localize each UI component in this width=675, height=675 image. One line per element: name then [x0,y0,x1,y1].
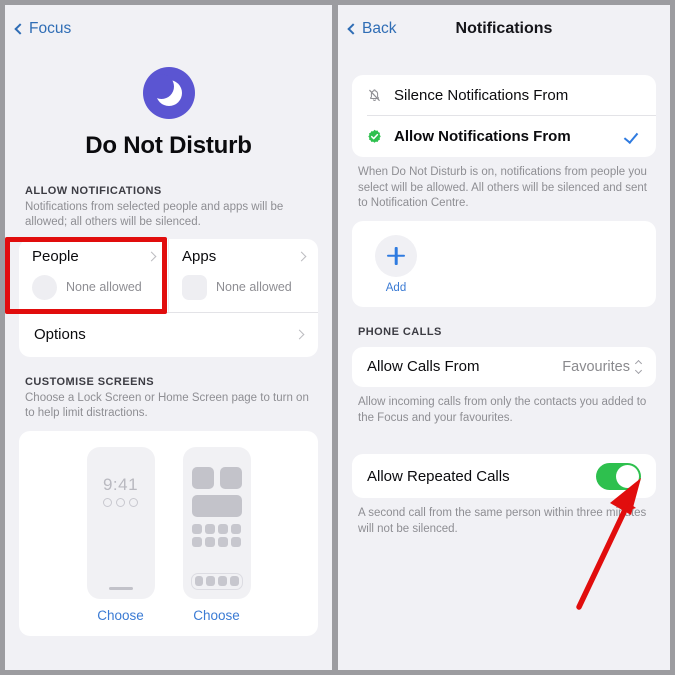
chevron-left-icon [14,22,26,35]
apps-cell[interactable]: Apps None allowed [168,238,318,312]
mode-footer-text: When Do Not Disturb is on, notifications… [358,166,647,210]
chevron-right-icon [294,329,305,340]
dnd-hero: Do Not Disturb [5,53,332,160]
people-status-label: None allowed [66,280,142,295]
home-screen-widgets-icon [183,466,251,489]
home-screen-preview[interactable] [182,446,251,599]
allow-calls-from-card: Allow Calls From Favourites [352,346,656,387]
screenshot-frame: Focus Do Not Disturb ALLOW NOTIFICATIONS… [0,0,675,675]
people-cell-body: None allowed [32,274,155,300]
lock-screen-time: 9:41 [102,474,139,494]
allow-notifications-subtitle: Notifications from selected people and a… [25,201,284,229]
allow-notifications-label: Allow Notifications From [394,128,571,145]
back-button-label: Focus [29,20,72,37]
home-screen-choose-button[interactable]: Choose [183,608,251,623]
chevron-left-icon [347,22,359,35]
allow-repeated-calls-toggle[interactable] [596,462,641,490]
options-row[interactable]: Options [19,314,318,356]
apps-cell-header: Apps [182,247,307,265]
green-check-badge-icon [367,129,394,144]
people-cell-title: People [32,247,79,265]
moon-glyph [148,74,182,106]
allow-calls-footer-text: Allow incoming calls from only the conta… [358,395,647,424]
silence-notifications-label: Silence Notifications From [394,87,569,104]
back-button-label: Back [362,20,397,37]
checkmark-icon [626,131,641,142]
toggle-knob [616,464,639,488]
home-screen-dock-icon [190,572,243,590]
home-indicator-icon [108,587,133,590]
bell-slash-icon [367,88,394,103]
left-navbar: Focus [5,5,332,53]
allow-calls-from-value-group[interactable]: Favourites [562,358,643,375]
chevron-right-icon [146,251,157,262]
customise-screens-header: CUSTOMISE SCREENS [25,375,155,388]
allow-notifications-header: ALLOW NOTIFICATIONS [25,185,162,197]
apps-status-label: None allowed [216,280,292,295]
apps-cell-body: None allowed [182,274,305,300]
notification-mode-card: Silence Notifications From Allow Notific… [352,75,656,157]
add-button-label: Add [385,281,407,294]
people-cell-header: People [32,247,157,265]
home-screen-option: Choose [182,446,251,623]
home-screen-wide-widget-icon [191,494,242,517]
allow-repeated-calls-label: Allow Repeated Calls [367,467,510,485]
crescent-moon-icon [142,67,195,119]
lock-screen-option: 9:41 Choose [86,446,155,623]
phone-calls-header: PHONE CALLS [358,325,442,338]
people-cell[interactable]: People None allowed [19,239,168,312]
repeated-calls-footer-text: A second call from the same person withi… [358,507,647,535]
back-button[interactable]: Back [338,20,396,38]
chevron-up-down-icon [634,359,643,374]
allow-calls-from-row[interactable]: Allow Calls From Favourites [352,347,656,387]
customise-screens-card: 9:41 Choose Choose [19,430,318,636]
app-icon-placeholder-icon [182,274,207,300]
back-to-focus-button[interactable]: Focus [5,20,71,38]
options-card: Options [19,312,318,357]
options-label: Options [34,326,86,344]
allow-calls-from-value: Favourites [562,358,630,375]
apps-cell-title: Apps [182,247,217,265]
people-apps-split-card: People None allowed Apps None allowed [19,238,318,312]
lock-screen-choose-button[interactable]: Choose [87,608,155,623]
people-avatar-placeholder-icon [32,274,57,300]
page-title: Do Not Disturb [85,132,252,159]
home-screen-app-grid-icon [183,523,251,547]
focus-detail-panel: Focus Do Not Disturb ALLOW NOTIFICATIONS… [5,5,332,670]
allow-repeated-calls-card: Allow Repeated Calls [352,454,656,499]
notifications-panel: Back Notifications Silence Notifications… [338,5,670,670]
plus-icon [375,234,417,277]
allow-repeated-calls-row: Allow Repeated Calls [352,454,656,498]
customise-screens-subtitle: Choose a Lock Screen or Home Screen page… [25,391,309,420]
silence-notifications-row[interactable]: Silence Notifications From [352,75,656,116]
lock-screen-widget-dots-icon [94,497,148,507]
allowed-people-card: Add [352,220,656,307]
lock-screen-preview[interactable]: 9:41 [86,446,155,599]
right-navbar: Back Notifications [338,5,670,53]
add-person-button[interactable]: Add [370,234,422,294]
chevron-right-icon [296,251,307,262]
allow-notifications-row[interactable]: Allow Notifications From [352,116,656,157]
allow-calls-from-label: Allow Calls From [367,358,480,376]
people-apps-group: People None allowed Apps None allowed Op… [5,236,332,357]
